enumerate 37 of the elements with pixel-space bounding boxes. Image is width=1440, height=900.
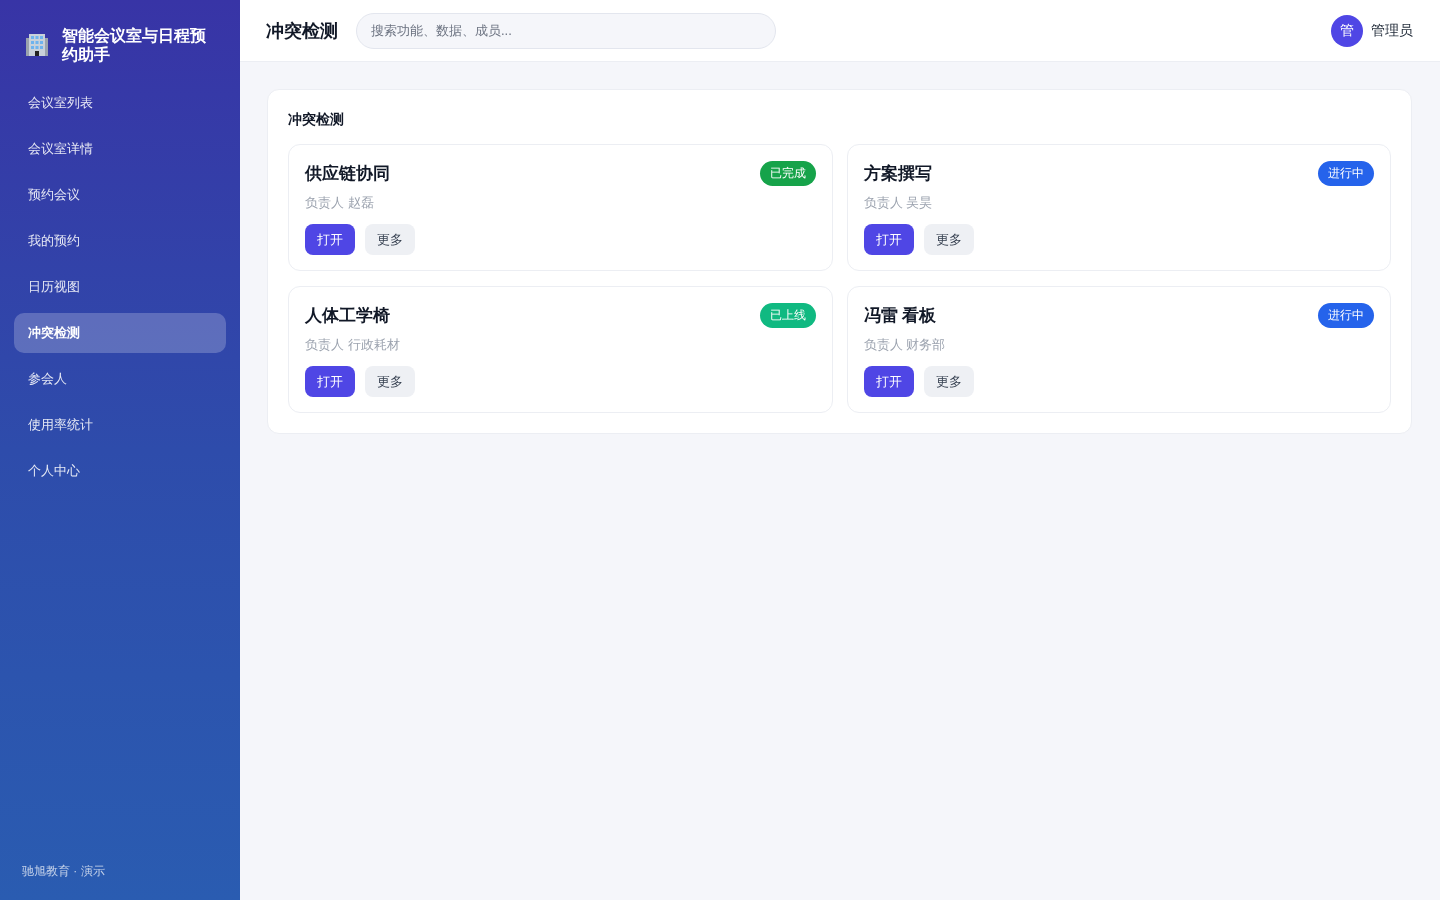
sidebar-item[interactable]: 日历视图 xyxy=(14,267,226,307)
search-field[interactable]: 搜索功能、数据、成员... xyxy=(356,12,776,49)
card-title: 冯雷 看板 xyxy=(863,304,937,327)
user-name: 管理员 xyxy=(1371,21,1413,40)
owner-text: 负责人 吴昊 xyxy=(863,194,934,212)
owner-text: 负责人 赵磊 xyxy=(305,194,375,212)
sidebar-item[interactable]: 会议室列表 xyxy=(14,83,226,123)
sidebar-item[interactable]: 使用率统计 xyxy=(14,405,226,445)
sidebar-item[interactable]: 参会人 xyxy=(14,359,226,399)
status-badge: 已上线 xyxy=(759,302,816,328)
more-button[interactable]: 更多 xyxy=(923,224,974,255)
status-badge: 进行中 xyxy=(1318,302,1374,328)
sidebar-item[interactable]: 预约会议 xyxy=(14,175,226,215)
more-button[interactable]: 更多 xyxy=(923,366,974,397)
owner-text: 负责人 行政耗材 xyxy=(305,336,401,354)
more-button[interactable]: 更多 xyxy=(365,366,415,397)
app-title: 智能会议室与日程预约助手 xyxy=(62,26,207,64)
card-title: 人体工学椅 xyxy=(305,304,390,327)
page-title: 冲突检测 xyxy=(266,19,338,43)
card-title: 供应链协同 xyxy=(305,162,390,185)
sidebar-item[interactable]: 个人中心 xyxy=(14,451,226,491)
open-button[interactable]: 打开 xyxy=(863,366,914,397)
open-button[interactable]: 打开 xyxy=(863,224,914,255)
status-badge: 进行中 xyxy=(1318,160,1374,186)
card-title: 方案撰写 xyxy=(863,162,932,185)
more-button[interactable]: 更多 xyxy=(365,224,415,255)
panel-title: 冲突检测 xyxy=(288,110,345,129)
sidebar-item[interactable]: 会议室详情 xyxy=(14,129,226,169)
office-building-icon xyxy=(25,33,49,57)
sidebar-item[interactable]: 我的预约 xyxy=(14,221,226,261)
user-avatar[interactable]: 管 xyxy=(1331,14,1363,47)
sidebar-item[interactable]: 冲突检测 xyxy=(14,313,226,353)
open-button[interactable]: 打开 xyxy=(305,366,355,397)
open-button[interactable]: 打开 xyxy=(305,224,355,255)
owner-text: 负责人 财务部 xyxy=(863,336,947,354)
footer-text: 驰旭教育 · 演示 xyxy=(21,863,106,880)
status-badge: 已完成 xyxy=(759,160,816,186)
